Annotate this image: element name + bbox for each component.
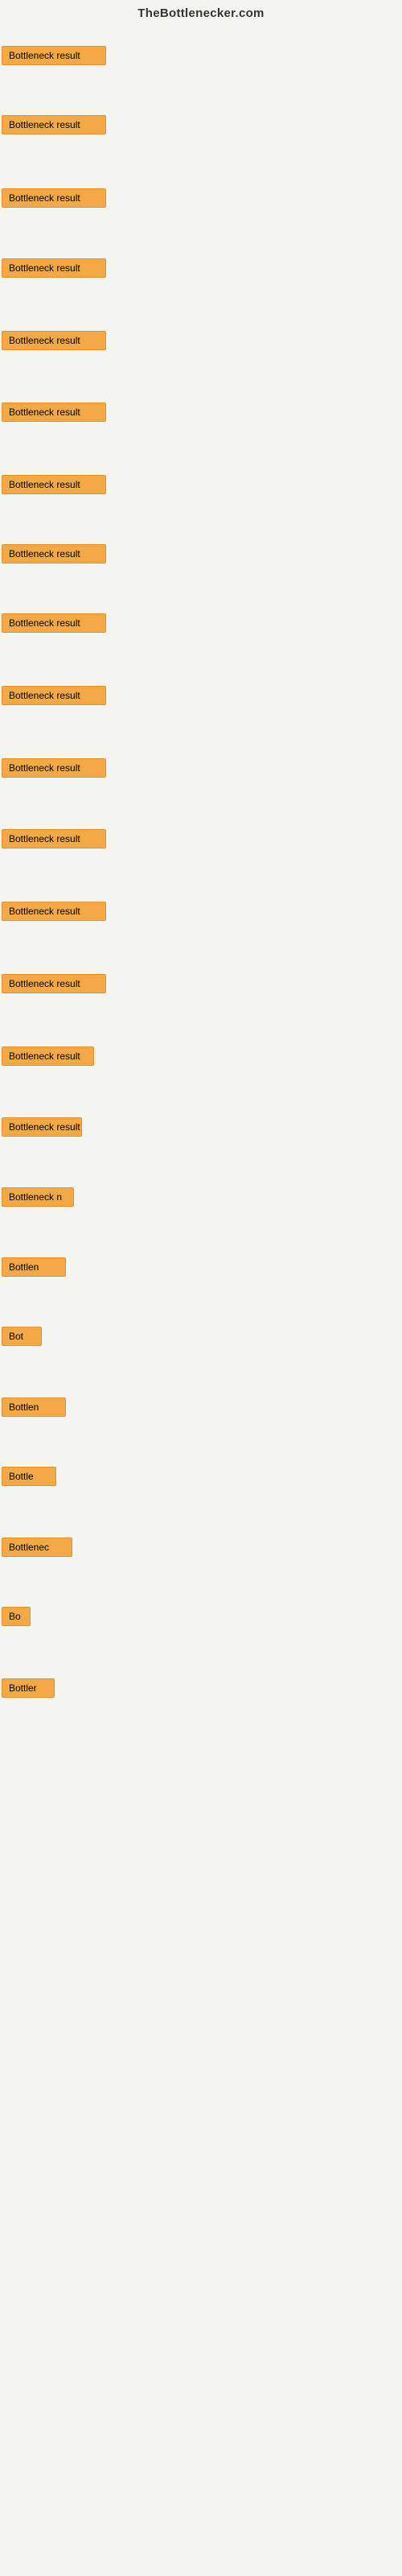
bottleneck-result-row: Bottleneck result xyxy=(2,544,106,568)
bottleneck-result-row: Bottlen xyxy=(2,1397,66,1421)
bottleneck-result-row: Bo xyxy=(2,1607,31,1630)
bottleneck-badge-4[interactable]: Bottleneck result xyxy=(2,258,106,278)
bottleneck-result-row: Bottleneck result xyxy=(2,475,106,498)
bottleneck-result-row: Bottleneck result xyxy=(2,902,106,925)
bottleneck-result-row: Bottleneck result xyxy=(2,686,106,709)
bottleneck-result-row: Bottleneck result xyxy=(2,331,106,354)
bottleneck-badge-13[interactable]: Bottleneck result xyxy=(2,902,106,921)
bottleneck-result-row: Bottleneck result xyxy=(2,46,106,69)
bottleneck-badge-2[interactable]: Bottleneck result xyxy=(2,115,106,134)
bottleneck-badge-5[interactable]: Bottleneck result xyxy=(2,331,106,350)
bottleneck-result-row: Bottleneck result xyxy=(2,115,106,138)
bottleneck-result-row: Bottle xyxy=(2,1467,56,1490)
bottleneck-badge-8[interactable]: Bottleneck result xyxy=(2,544,106,564)
bottleneck-result-row: Bottleneck result xyxy=(2,1117,82,1141)
bottleneck-badge-23[interactable]: Bo xyxy=(2,1607,31,1626)
bottleneck-result-row: Bottleneck n xyxy=(2,1187,74,1211)
bottleneck-badge-16[interactable]: Bottleneck result xyxy=(2,1117,82,1137)
bottleneck-result-row: Bottleneck result xyxy=(2,1046,94,1070)
bottleneck-badge-19[interactable]: Bot xyxy=(2,1327,42,1346)
bottleneck-badge-3[interactable]: Bottleneck result xyxy=(2,188,106,208)
bottleneck-badge-15[interactable]: Bottleneck result xyxy=(2,1046,94,1066)
bottleneck-badge-11[interactable]: Bottleneck result xyxy=(2,758,106,778)
bottleneck-badge-7[interactable]: Bottleneck result xyxy=(2,475,106,494)
bottleneck-result-row: Bottleneck result xyxy=(2,829,106,852)
bottleneck-result-row: Bottler xyxy=(2,1678,55,1702)
bottleneck-result-row: Bottlen xyxy=(2,1257,66,1281)
bottleneck-badge-17[interactable]: Bottleneck n xyxy=(2,1187,74,1207)
bottleneck-result-row: Bottleneck result xyxy=(2,188,106,212)
bottleneck-badge-20[interactable]: Bottlen xyxy=(2,1397,66,1417)
bottleneck-badge-1[interactable]: Bottleneck result xyxy=(2,46,106,65)
bottleneck-badge-21[interactable]: Bottle xyxy=(2,1467,56,1486)
bottleneck-badge-9[interactable]: Bottleneck result xyxy=(2,613,106,633)
bottleneck-result-row: Bottleneck result xyxy=(2,974,106,997)
bottleneck-result-row: Bottleneck result xyxy=(2,758,106,782)
bottleneck-badge-10[interactable]: Bottleneck result xyxy=(2,686,106,705)
bottleneck-result-row: Bot xyxy=(2,1327,42,1350)
bottleneck-badge-12[interactable]: Bottleneck result xyxy=(2,829,106,848)
bottleneck-badge-18[interactable]: Bottlen xyxy=(2,1257,66,1277)
bottleneck-badge-24[interactable]: Bottler xyxy=(2,1678,55,1698)
bottleneck-result-row: Bottleneck result xyxy=(2,402,106,426)
bottleneck-badge-22[interactable]: Bottlenec xyxy=(2,1538,72,1557)
bottleneck-badge-6[interactable]: Bottleneck result xyxy=(2,402,106,422)
bottleneck-result-row: Bottlenec xyxy=(2,1538,72,1561)
bottleneck-result-row: Bottleneck result xyxy=(2,258,106,282)
bottleneck-badge-14[interactable]: Bottleneck result xyxy=(2,974,106,993)
site-header: TheBottlenecker.com xyxy=(0,0,402,23)
bottleneck-result-row: Bottleneck result xyxy=(2,613,106,637)
